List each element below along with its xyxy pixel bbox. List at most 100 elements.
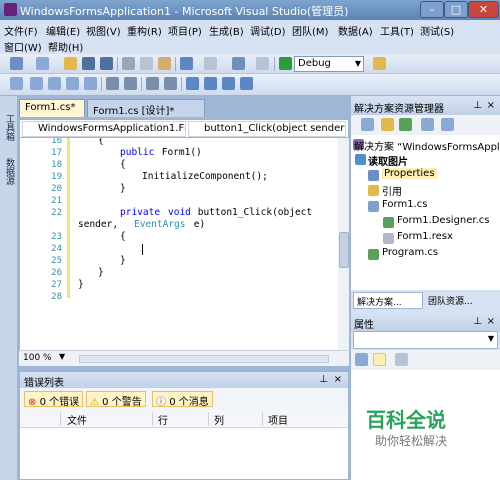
menu-refactor[interactable]: 重构(R) bbox=[127, 23, 162, 38]
tree-item-program[interactable]: Program.cs bbox=[382, 247, 438, 258]
column-file[interactable]: 文件 bbox=[67, 412, 87, 427]
property-pages-icon[interactable] bbox=[395, 353, 408, 366]
open-file-icon[interactable] bbox=[64, 57, 77, 70]
menu-data[interactable]: 数据(A) bbox=[338, 23, 373, 38]
refresh-icon[interactable] bbox=[399, 118, 412, 131]
tree-item-references[interactable]: 引用 bbox=[382, 183, 402, 198]
tab-toolbox[interactable]: 工具箱 bbox=[2, 114, 16, 141]
tree-item-form1[interactable]: Form1.cs bbox=[382, 199, 427, 210]
class-dropdown[interactable]: WindowsFormsApplication1.Fc bbox=[22, 121, 186, 137]
alphabetical-icon[interactable] bbox=[373, 353, 386, 366]
cut-icon[interactable] bbox=[122, 57, 135, 70]
close-button[interactable]: ✕ bbox=[468, 1, 499, 18]
close-icon[interactable]: × bbox=[487, 316, 495, 327]
horizontal-scrollbar[interactable] bbox=[79, 355, 329, 363]
object-browser-icon[interactable] bbox=[10, 77, 23, 90]
tree-item-project[interactable]: 读取图片 bbox=[368, 153, 408, 168]
navigate-backward-icon[interactable] bbox=[232, 57, 245, 70]
title-bar: WindowsFormsApplication1 - Microsoft Vis… bbox=[0, 0, 500, 20]
solution-explorer-title-bar: 解决方案资源管理器 ⊥ × bbox=[351, 98, 500, 115]
visual-studio-icon bbox=[4, 3, 17, 16]
properties-folder-icon bbox=[368, 170, 379, 181]
paste-icon[interactable] bbox=[158, 57, 171, 70]
tab-team-explorer[interactable]: 团队资源... bbox=[425, 292, 497, 309]
save-icon[interactable] bbox=[82, 57, 95, 70]
new-project-icon[interactable] bbox=[10, 57, 23, 70]
next-bookmark-icon[interactable] bbox=[222, 77, 235, 90]
errors-filter-button[interactable]: ⊗ 0 个错误 bbox=[24, 391, 84, 408]
tree-item-solution[interactable]: 解决方案 “WindowsFormsAppli bbox=[353, 138, 500, 153]
save-all-icon[interactable] bbox=[100, 57, 113, 70]
increase-indent-icon[interactable] bbox=[124, 77, 137, 90]
pin-icon[interactable]: ⊥ bbox=[319, 374, 328, 385]
menu-file[interactable]: 文件(F) bbox=[4, 23, 38, 38]
menu-view[interactable]: 视图(V) bbox=[86, 23, 121, 38]
clear-bookmarks-icon[interactable] bbox=[240, 77, 253, 90]
chevron-down-icon[interactable]: ▼ bbox=[59, 352, 65, 361]
properties-object-dropdown[interactable]: ▼ bbox=[353, 331, 498, 349]
solution-configuration-dropdown[interactable]: Debug ▼ bbox=[294, 56, 364, 72]
tree-item-form1-resx[interactable]: Form1.resx bbox=[397, 231, 453, 242]
tab-data-sources[interactable]: 数据源 bbox=[2, 158, 16, 185]
parameter-info-icon[interactable] bbox=[48, 77, 61, 90]
menu-test[interactable]: 测试(S) bbox=[420, 23, 454, 38]
tab-solution-explorer[interactable]: 解决方案... bbox=[353, 292, 423, 309]
view-code-icon[interactable] bbox=[421, 118, 434, 131]
start-debugging-icon[interactable] bbox=[279, 57, 292, 70]
member-dropdown[interactable]: button1_Click(object sender, E bbox=[188, 121, 346, 137]
messages-filter-button[interactable]: ⓘ 0 个消息 bbox=[152, 391, 213, 408]
menu-help[interactable]: 帮助(H) bbox=[48, 39, 83, 54]
tab-form1-code[interactable]: Form1.cs* bbox=[19, 99, 85, 117]
menu-debug[interactable]: 调试(D) bbox=[250, 23, 286, 38]
zoom-level[interactable]: 100 % bbox=[23, 353, 52, 363]
tree-item-form1-designer[interactable]: Form1.Designer.cs bbox=[397, 215, 490, 226]
close-icon[interactable]: × bbox=[334, 374, 342, 385]
maximize-button[interactable]: □ bbox=[444, 1, 468, 18]
add-item-icon[interactable] bbox=[36, 57, 49, 70]
comment-out-icon[interactable] bbox=[146, 77, 159, 90]
menu-tools[interactable]: 工具(T) bbox=[380, 23, 414, 38]
code-line: } bbox=[98, 267, 104, 278]
code-line: button1_Click(object bbox=[192, 207, 313, 218]
chevron-down-icon: ▼ bbox=[487, 334, 494, 343]
menu-edit[interactable]: 编辑(E) bbox=[46, 23, 80, 38]
warning-icon: ⚠ bbox=[90, 397, 99, 408]
tab-form1-designer[interactable]: Form1.cs [设计]* bbox=[87, 99, 205, 117]
copy-icon[interactable] bbox=[140, 57, 153, 70]
code-line: } bbox=[78, 279, 84, 290]
warnings-filter-button[interactable]: ⚠ 0 个警告 bbox=[86, 391, 146, 408]
member-list-icon[interactable] bbox=[30, 77, 43, 90]
navigate-forward-icon[interactable] bbox=[256, 57, 269, 70]
column-column[interactable]: 列 bbox=[214, 412, 224, 427]
code-editor[interactable]: 16 17 18 19 20 21 22 23 24 25 26 27 28 {… bbox=[19, 138, 349, 350]
standard-toolbar: Debug ▼ bbox=[0, 54, 500, 74]
categorized-icon[interactable] bbox=[355, 353, 368, 366]
complete-word-icon[interactable] bbox=[84, 77, 97, 90]
column-project[interactable]: 项目 bbox=[268, 412, 288, 427]
editor-vertical-scrollbar[interactable] bbox=[338, 138, 349, 350]
minimize-button[interactable]: – bbox=[420, 1, 444, 18]
previous-bookmark-icon[interactable] bbox=[204, 77, 217, 90]
tree-item-properties[interactable]: Properties bbox=[382, 168, 437, 179]
scroll-thumb[interactable] bbox=[339, 232, 349, 268]
undo-icon[interactable] bbox=[180, 57, 193, 70]
decrease-indent-icon[interactable] bbox=[106, 77, 119, 90]
cs-file-icon bbox=[368, 249, 379, 260]
menu-window[interactable]: 窗口(W) bbox=[4, 39, 42, 54]
menu-build[interactable]: 生成(B) bbox=[209, 23, 244, 38]
toggle-bookmark-icon[interactable] bbox=[186, 77, 199, 90]
quick-info-icon[interactable] bbox=[66, 77, 79, 90]
properties-icon[interactable] bbox=[361, 118, 374, 131]
column-line[interactable]: 行 bbox=[158, 412, 168, 427]
redo-icon[interactable] bbox=[204, 57, 217, 70]
pin-icon[interactable]: ⊥ bbox=[473, 100, 482, 111]
code-keyword: void bbox=[168, 207, 191, 218]
find-in-files-icon[interactable] bbox=[373, 57, 386, 70]
show-all-files-icon[interactable] bbox=[381, 118, 394, 131]
menu-project[interactable]: 项目(P) bbox=[168, 23, 202, 38]
pin-icon[interactable]: ⊥ bbox=[473, 316, 482, 327]
close-icon[interactable]: × bbox=[487, 100, 495, 111]
menu-team[interactable]: 团队(M) bbox=[292, 23, 328, 38]
uncomment-icon[interactable] bbox=[164, 77, 177, 90]
view-designer-icon[interactable] bbox=[441, 118, 454, 131]
